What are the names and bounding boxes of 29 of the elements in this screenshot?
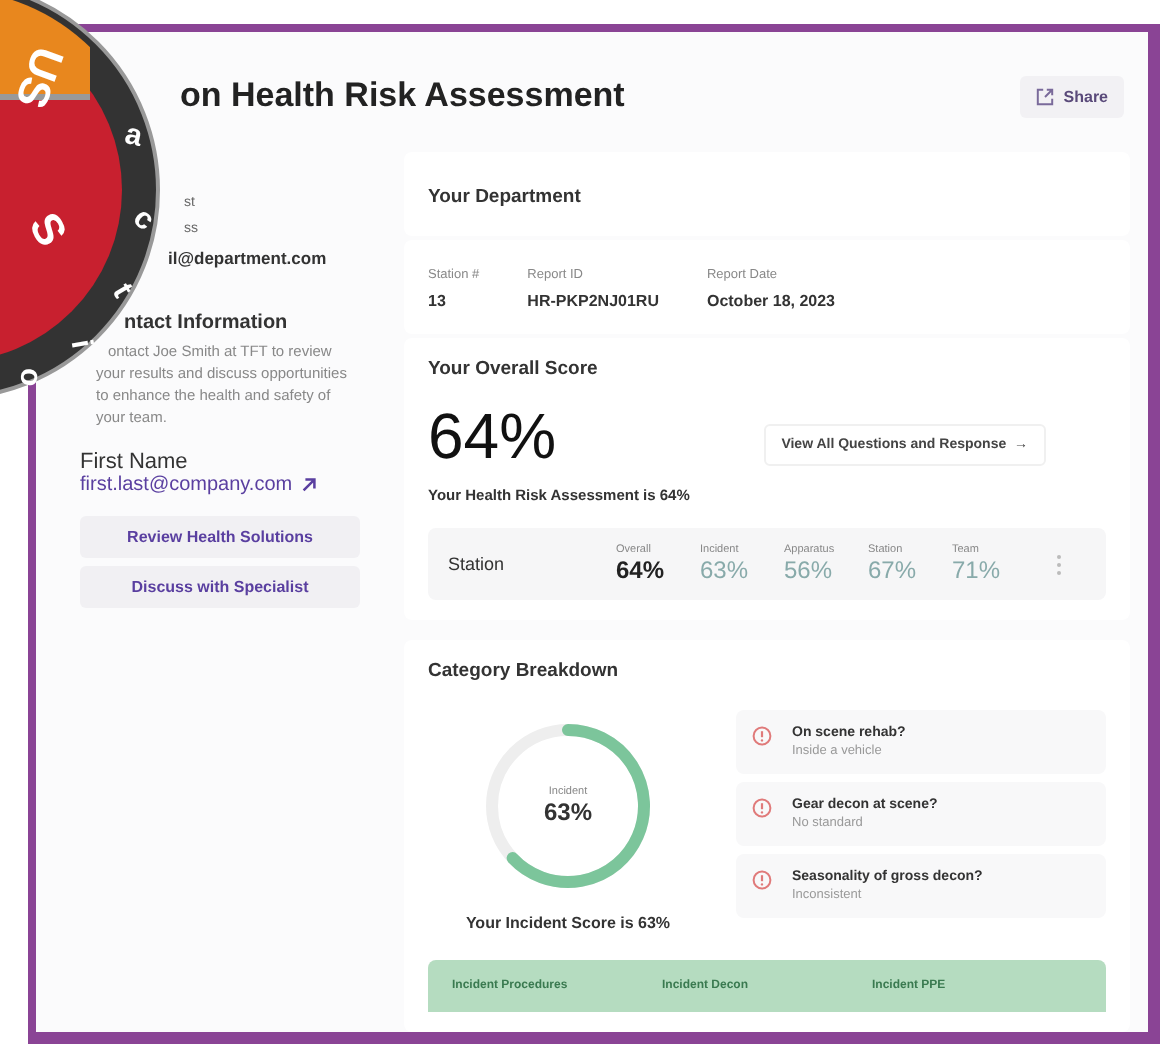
share-icon <box>1035 87 1054 105</box>
field-value: HR-PKP2NJ01RU <box>527 292 659 310</box>
gauge-caption: Your Incident Score is 63% <box>465 914 671 932</box>
warning-icon <box>752 798 772 818</box>
score-value: 63% <box>700 556 751 584</box>
contact-title: ntact Information <box>122 312 290 334</box>
email-text: il@department.com <box>166 248 329 268</box>
email-link[interactable]: first.last@company.com <box>80 473 360 495</box>
share-button[interactable]: Share <box>1019 75 1124 117</box>
field-value: 13 <box>428 292 448 310</box>
action-button[interactable]: Review Health Solutions <box>80 515 360 557</box>
action-button[interactable]: Discuss with Specialist <box>80 565 360 607</box>
score-value: 67% <box>868 556 919 584</box>
arrow-icon <box>300 475 319 493</box>
warning-icon <box>752 870 772 890</box>
overall-score: 64% <box>428 400 557 474</box>
row-label: Station <box>448 554 507 574</box>
score-value: 71% <box>952 556 1003 584</box>
card-title: Category Breakdown <box>428 660 621 682</box>
field-value: October 18, 2023 <box>706 292 836 310</box>
card-title: Your Department <box>428 186 581 208</box>
more-icon[interactable] <box>1056 553 1062 575</box>
warning-icon <box>752 726 772 746</box>
page-title: on Health Risk Assessment <box>180 76 625 116</box>
score-value: 64% <box>616 556 667 584</box>
gauge-value: 63% <box>543 798 593 826</box>
card-title: Your Overall Score <box>428 358 600 380</box>
score-value: 56% <box>784 556 835 584</box>
contact-name: First Name <box>80 449 190 473</box>
